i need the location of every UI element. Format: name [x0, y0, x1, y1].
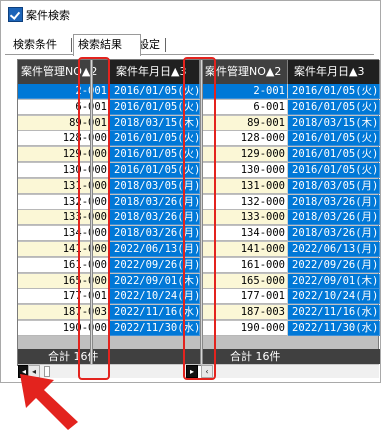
footer-blank [288, 349, 380, 364]
case-date-cell[interactable]: 2016/01/05(火) [288, 84, 380, 99]
case-date-cell[interactable]: 2018/03/05(月) [288, 178, 380, 194]
case-date-cell[interactable]: 2016/01/05(火) [288, 163, 380, 178]
highlight-box-left [78, 57, 110, 380]
app-check-icon [8, 7, 23, 22]
column-header-case-date[interactable]: 案件年月日▲3 [288, 60, 380, 84]
tab-divider [71, 38, 72, 52]
case-date-cell[interactable]: 2018/03/26(月) [288, 226, 380, 242]
case-date-cell[interactable]: 2018/03/26(月) [288, 210, 380, 226]
highlight-box-right [183, 57, 216, 380]
tab-underline [5, 54, 374, 55]
case-date-cell[interactable]: 2018/03/26(月) [288, 194, 380, 210]
title-bar: 案件検索 [1, 1, 380, 27]
case-date-cell[interactable]: 2018/03/15(木) [288, 115, 380, 131]
case-date-cell[interactable]: 2016/01/05(火) [288, 131, 380, 147]
case-date-cell[interactable]: 2016/01/05(火) [288, 99, 380, 115]
window-title: 案件検索 [26, 9, 70, 22]
tab-search-conditions[interactable]: 検索条件 [9, 35, 73, 54]
case-date-cell[interactable]: 2022/09/01(木) [288, 273, 380, 289]
tab-divider [165, 38, 166, 52]
tab-search-results[interactable]: 検索結果 [73, 34, 141, 56]
horizontal-scrollbar-right[interactable]: ‹ [201, 364, 379, 378]
case-date-cell[interactable]: 2022/11/16(水) [288, 305, 380, 321]
case-date-cell[interactable]: 2022/11/30(水) [288, 321, 380, 336]
red-arrow-pointer-icon [20, 374, 78, 430]
case-date-cell[interactable]: 2022/09/26(月) [288, 257, 380, 273]
case-date-cell[interactable]: 2016/01/05(火) [288, 147, 380, 163]
case-date-cell[interactable]: 2022/06/13(月) [288, 242, 380, 257]
case-date-cell[interactable]: 2022/10/24(月) [288, 289, 380, 305]
